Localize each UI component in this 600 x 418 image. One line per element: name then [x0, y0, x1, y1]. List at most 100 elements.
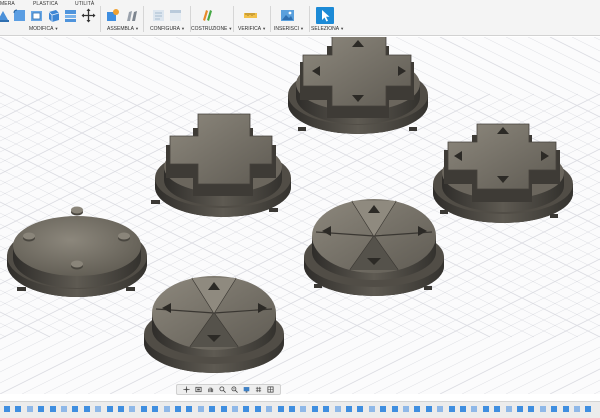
grid-line — [0, 333, 7, 338]
timeline-feature-icon[interactable] — [289, 406, 295, 412]
body-dpad-petal-disc-front[interactable] — [144, 276, 284, 373]
timeline-feature-icon[interactable] — [220, 406, 227, 412]
timeline-feature-icon[interactable] — [152, 406, 159, 412]
configure-menu[interactable]: CONFIGURA▼ — [150, 26, 185, 32]
timeline-feature-icon[interactable] — [163, 406, 170, 412]
inspect-menu[interactable]: VERIFICA▼ — [238, 26, 266, 32]
timeline-feature-icon[interactable] — [129, 406, 136, 412]
timeline-feature-icon[interactable] — [72, 406, 79, 412]
timeline-feature-icon[interactable] — [460, 406, 466, 412]
combine-icon[interactable] — [63, 8, 78, 23]
joint-icon[interactable] — [124, 8, 139, 23]
timeline-feature-icon[interactable] — [254, 406, 261, 412]
design-timeline[interactable] — [0, 401, 600, 418]
chamfer-icon[interactable] — [29, 8, 44, 23]
timeline-feature-icon[interactable] — [243, 406, 250, 412]
timeline-feature-icon[interactable] — [175, 406, 181, 412]
look-at-icon[interactable] — [195, 386, 202, 393]
timeline-feature-icon[interactable] — [505, 406, 512, 412]
timeline-feature-icon[interactable] — [380, 406, 387, 412]
timeline-feature-icon[interactable] — [209, 406, 216, 412]
timeline-feature-icon[interactable] — [323, 406, 330, 412]
timeline-feature-icon[interactable] — [448, 406, 455, 412]
timeline-feature-icon[interactable] — [61, 406, 67, 412]
timeline-feature-icon[interactable] — [277, 406, 284, 412]
timeline-feature-icon[interactable] — [528, 406, 535, 412]
timeline-feature-icon[interactable] — [437, 406, 444, 412]
timeline-feature-icon[interactable] — [49, 406, 56, 412]
parameters-icon[interactable] — [151, 8, 166, 23]
timeline-feature-icon[interactable] — [232, 406, 238, 412]
timeline-feature-icon[interactable] — [4, 406, 10, 412]
timeline-feature-icon[interactable] — [26, 406, 33, 412]
timeline-feature-icon[interactable] — [494, 406, 501, 412]
timeline-feature-icon[interactable] — [562, 406, 569, 412]
grid-settings-icon[interactable] — [255, 386, 262, 393]
canvas-viewport[interactable] — [0, 37, 600, 394]
assemble-menu[interactable]: ASSEMBLA▼ — [107, 26, 139, 32]
timeline-feature-icon[interactable] — [197, 406, 204, 412]
timeline-feature-icon[interactable] — [311, 406, 318, 412]
timeline-feature-icon[interactable] — [266, 406, 273, 412]
timeline-feature-icon[interactable] — [106, 406, 113, 412]
insert-image-icon[interactable] — [280, 8, 295, 23]
body-dpad-plain-cross[interactable] — [151, 113, 291, 217]
measure-icon[interactable] — [243, 8, 258, 23]
offset-plane-icon[interactable] — [200, 8, 215, 23]
new-component-icon[interactable] — [105, 8, 120, 23]
insert-menu[interactable]: INSERISCI▼ — [274, 26, 304, 32]
body-dpad-triangle-cross[interactable] — [433, 123, 573, 223]
grid-line — [593, 37, 600, 41]
select-menu[interactable]: SELEZIONA▼ — [311, 26, 344, 32]
timeline-feature-icon[interactable] — [368, 406, 375, 412]
timeline-feature-icon[interactable] — [300, 406, 307, 412]
move-copy-icon[interactable] — [81, 8, 96, 23]
toolbar-separator — [233, 6, 234, 32]
timeline-feature-icon[interactable] — [471, 406, 478, 412]
shell-icon[interactable] — [46, 8, 61, 23]
modify-menu[interactable]: MODIFICA▼ — [29, 26, 58, 32]
timeline-feature-icon[interactable] — [95, 406, 102, 412]
toolbar-separator — [100, 6, 101, 32]
viewports-icon[interactable] — [267, 386, 274, 393]
timeline-feature-icon[interactable] — [403, 406, 409, 412]
timeline-feature-icon[interactable] — [539, 406, 546, 412]
timeline-feature-icon[interactable] — [391, 406, 398, 412]
fillet-icon[interactable] — [12, 8, 27, 23]
timeline-feature-icon[interactable] — [585, 406, 592, 412]
body-dpad-petal-disc[interactable] — [304, 199, 444, 296]
timeline-feature-icon[interactable] — [15, 406, 22, 412]
grid-line — [593, 390, 600, 394]
timeline-feature-icon[interactable] — [140, 406, 147, 412]
timeline-feature-icon[interactable] — [334, 406, 341, 412]
timeline-feature-icon[interactable] — [425, 406, 432, 412]
press-pull-icon[interactable] — [0, 8, 11, 23]
tab-plastic[interactable]: PLASTICA — [33, 1, 58, 7]
configure-table-icon[interactable] — [168, 8, 183, 23]
timeline-feature-icon[interactable] — [83, 406, 90, 412]
tab-utilities[interactable]: UTILITÀ — [75, 1, 94, 7]
timeline-feature-icon[interactable] — [574, 406, 580, 412]
construct-menu[interactable]: COSTRUZIONE▼ — [191, 26, 232, 32]
select-icon[interactable] — [316, 7, 334, 24]
timeline-feature-icon[interactable] — [482, 406, 489, 412]
body-plain-disc[interactable] — [7, 206, 147, 298]
body-dpad-arrow-cross[interactable] — [288, 37, 428, 134]
design-toolbar: MERA PLASTICA UTILITÀ MODIFICA▼ ASSEMBLA… — [0, 0, 600, 36]
model-canvas[interactable] — [0, 37, 600, 394]
display-settings-icon[interactable] — [243, 386, 250, 393]
pan-icon[interactable] — [207, 386, 214, 393]
timeline-feature-icon[interactable] — [118, 406, 124, 412]
timeline-feature-icon[interactable] — [38, 406, 45, 412]
timeline-feature-icon[interactable] — [414, 406, 421, 412]
timeline-feature-icon[interactable] — [346, 406, 352, 412]
timeline-feature-icon[interactable] — [551, 406, 558, 412]
fit-icon[interactable] — [231, 386, 238, 393]
timeline-feature-icon[interactable] — [357, 406, 364, 412]
orbit-icon[interactable] — [183, 386, 190, 393]
locator-bump — [71, 260, 83, 270]
tab-mesh[interactable]: MERA — [0, 1, 15, 7]
zoom-icon[interactable] — [219, 386, 226, 393]
timeline-feature-icon[interactable] — [517, 406, 523, 412]
timeline-feature-icon[interactable] — [186, 406, 193, 412]
